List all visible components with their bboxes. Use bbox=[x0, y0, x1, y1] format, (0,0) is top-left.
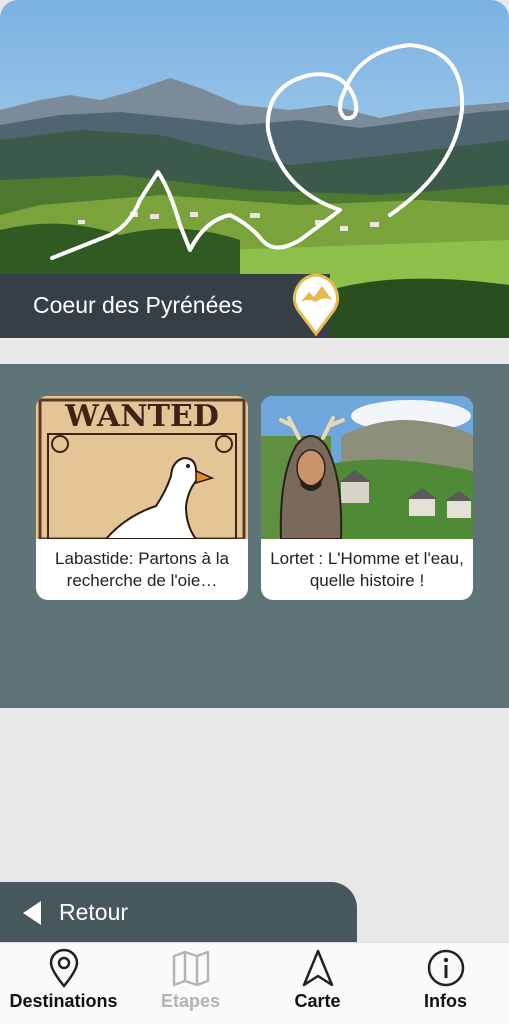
back-button[interactable]: Retour bbox=[0, 882, 357, 944]
title-bar: Coeur des Pyrénées bbox=[0, 274, 330, 338]
card-labastide[interactable]: WANTED Labastide: Partons à la recherche… bbox=[36, 396, 248, 600]
tab-infos[interactable]: Infos bbox=[382, 943, 509, 1024]
navigation-arrow-icon bbox=[302, 949, 333, 987]
back-button-label: Retour bbox=[59, 899, 129, 925]
stag-man-village-image bbox=[261, 396, 473, 540]
goose-poster-image: WANTED bbox=[36, 396, 248, 541]
card-caption: Labastide: Partons à la recherche de l'o… bbox=[55, 549, 229, 590]
tab-label: Carte bbox=[294, 991, 341, 1011]
page-title: Coeur des Pyrénées bbox=[33, 292, 243, 318]
map-pin-icon bbox=[49, 948, 78, 988]
tab-destinations[interactable]: Destinations bbox=[0, 943, 127, 1024]
mountain-location-badge-icon bbox=[292, 272, 340, 338]
bottom-tab-bar: Destinations Etapes Carte Infos bbox=[0, 942, 509, 1024]
info-icon bbox=[427, 949, 464, 987]
triangle-left-icon bbox=[23, 901, 41, 925]
wanted-text: WANTED bbox=[64, 399, 219, 434]
card-caption: Lortet : L'Homme et l'eau, quelle histoi… bbox=[270, 549, 464, 590]
card-lortet[interactable]: Lortet : L'Homme et l'eau, quelle histoi… bbox=[261, 396, 473, 600]
separator-strip bbox=[0, 338, 509, 364]
tab-label: Infos bbox=[424, 991, 467, 1011]
tab-label: Destinations bbox=[9, 991, 118, 1011]
tab-label: Etapes bbox=[160, 991, 221, 1011]
tab-etapes[interactable]: Etapes bbox=[127, 943, 254, 1024]
tab-carte[interactable]: Carte bbox=[254, 943, 381, 1024]
map-icon bbox=[172, 950, 209, 987]
